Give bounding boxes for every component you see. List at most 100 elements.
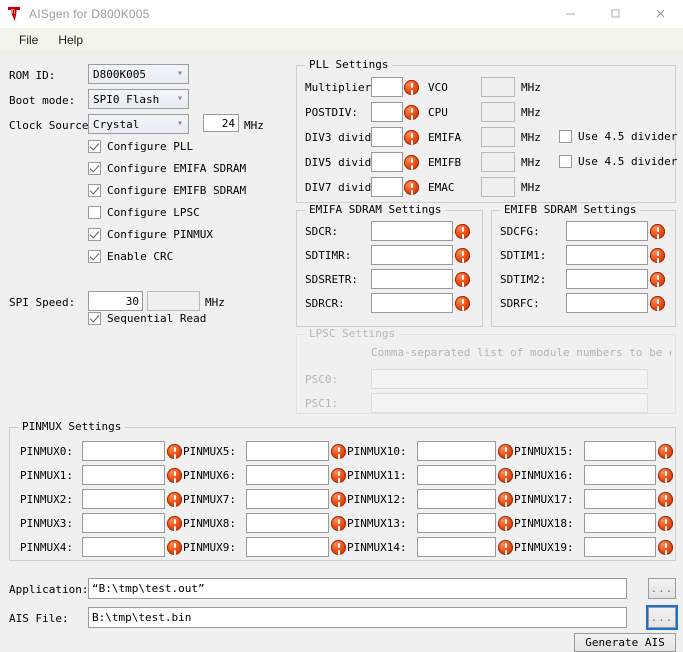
rom-id-combobox[interactable]: D800K005 ▾ <box>88 64 189 84</box>
error-icon <box>331 516 346 531</box>
error-icon <box>650 296 665 311</box>
checkbox-icon <box>88 206 101 219</box>
checkbox-icon <box>88 184 101 197</box>
lpsc-settings-group: LPSC Settings Comma-separated list of mo… <box>296 327 676 414</box>
pll-emifb-label: EMIFB <box>428 156 462 169</box>
checkbox-icon <box>88 250 101 263</box>
clock-frequency-input[interactable] <box>203 114 239 132</box>
pinmux16-input[interactable] <box>584 465 656 485</box>
checkbox-label: Configure EMIFA SDRAM <box>107 162 247 175</box>
pinmux13-input[interactable] <box>417 513 496 533</box>
error-icon <box>650 248 665 263</box>
emifa-sdrcr-input[interactable] <box>371 293 453 313</box>
lpsc-psc0-label: PSC0: <box>305 373 339 386</box>
pinmux-settings-title: PINMUX Settings <box>18 420 126 433</box>
pinmux7-input[interactable] <box>246 489 329 509</box>
pll-cpu-unit: MHz <box>521 106 541 119</box>
lpsc-psc0-input <box>371 369 648 389</box>
emifa-sdtimr-input[interactable] <box>371 245 453 265</box>
pll-div3-input[interactable] <box>371 127 403 147</box>
checkbox-emifa-use-45-divider[interactable]: Use 4.5 divider <box>559 130 677 143</box>
menu-item-file[interactable]: File <box>10 30 47 50</box>
checkbox-configure-emifb-sdram[interactable]: Configure EMIFB SDRAM <box>88 184 246 197</box>
pinmux15-input[interactable] <box>584 441 656 461</box>
checkbox-enable-crc[interactable]: Enable CRC <box>88 250 173 263</box>
ais-file-path-input[interactable] <box>88 607 627 628</box>
boot-mode-combobox[interactable]: SPI0 Flash ▾ <box>88 89 189 109</box>
pinmux5-input[interactable] <box>246 441 329 461</box>
emifb-sdrfc-input[interactable] <box>566 293 648 313</box>
checkbox-icon <box>559 130 572 143</box>
generate-ais-button[interactable]: Generate AIS <box>574 633 676 652</box>
clock-source-combobox[interactable]: Crystal ▾ <box>88 114 189 134</box>
error-icon <box>404 180 419 195</box>
close-button[interactable] <box>638 0 683 27</box>
error-icon <box>498 444 513 459</box>
ti-logo-icon: TI <box>5 5 23 23</box>
checkbox-sequential-read[interactable]: Sequential Read <box>88 312 206 325</box>
pinmux18-label: PINMUX18: <box>514 517 574 530</box>
pinmux14-label: PINMUX14: <box>347 541 407 554</box>
maximize-button[interactable] <box>593 0 638 27</box>
error-icon <box>455 296 470 311</box>
emifb-sdrfc-label: SDRFC: <box>500 297 540 310</box>
pinmux14-input[interactable] <box>417 537 496 557</box>
spi-speed-unit: MHz <box>205 296 225 309</box>
error-icon <box>167 492 182 507</box>
pinmux6-input[interactable] <box>246 465 329 485</box>
checkbox-configure-lpsc[interactable]: Configure LPSC <box>88 206 200 219</box>
ais-file-browse-button[interactable]: ... <box>646 605 678 630</box>
pinmux2-input[interactable] <box>82 489 165 509</box>
emifa-sdtimr-label: SDTIMR: <box>305 249 352 262</box>
application-browse-button[interactable]: ... <box>648 578 676 599</box>
checkbox-label: Configure EMIFB SDRAM <box>107 184 247 197</box>
error-icon <box>658 516 673 531</box>
emifb-sdtim2-input[interactable] <box>566 269 648 289</box>
error-icon <box>404 155 419 170</box>
emifb-sdcfg-input[interactable] <box>566 221 648 241</box>
application-path-input[interactable] <box>88 578 627 599</box>
pll-multiplier-input[interactable] <box>371 77 403 97</box>
lpsc-psc1-input <box>371 393 648 413</box>
minimize-button[interactable] <box>548 0 593 27</box>
rom-id-value: D800K005 <box>93 67 146 81</box>
pinmux3-input[interactable] <box>82 513 165 533</box>
pll-postdiv-input[interactable] <box>371 102 403 122</box>
checkbox-configure-pll[interactable]: Configure PLL <box>88 140 193 153</box>
pinmux17-input[interactable] <box>584 489 656 509</box>
checkbox-icon <box>88 312 101 325</box>
error-icon <box>658 444 673 459</box>
pinmux8-input[interactable] <box>246 513 329 533</box>
pinmux11-label: PINMUX11: <box>347 469 407 482</box>
pinmux10-input[interactable] <box>417 441 496 461</box>
pinmux1-input[interactable] <box>82 465 165 485</box>
spi-speed-input[interactable] <box>88 291 143 311</box>
error-icon <box>455 224 470 239</box>
emifa-sdsretr-input[interactable] <box>371 269 453 289</box>
pinmux12-input[interactable] <box>417 489 496 509</box>
checkbox-icon <box>88 162 101 175</box>
pll-div5-input[interactable] <box>371 152 403 172</box>
pinmux4-input[interactable] <box>82 537 165 557</box>
menu-item-help[interactable]: Help <box>49 30 92 50</box>
checkbox-configure-pinmux[interactable]: Configure PINMUX <box>88 228 213 241</box>
checkbox-configure-emifa-sdram[interactable]: Configure EMIFA SDRAM <box>88 162 246 175</box>
pinmux9-input[interactable] <box>246 537 329 557</box>
emifa-sdcr-input[interactable] <box>371 221 453 241</box>
chevron-down-icon: ▾ <box>176 118 183 129</box>
pinmux4-label: PINMUX4: <box>20 541 73 554</box>
pll-vco-label: VCO <box>428 81 448 94</box>
pinmux18-input[interactable] <box>584 513 656 533</box>
pll-emac-unit: MHz <box>521 181 541 194</box>
pll-div7-input[interactable] <box>371 177 403 197</box>
pinmux19-input[interactable] <box>584 537 656 557</box>
chevron-down-icon: ▾ <box>176 68 183 79</box>
emifa-sdrcr-label: SDRCR: <box>305 297 345 310</box>
checkbox-emifb-use-45-divider[interactable]: Use 4.5 divider <box>559 155 677 168</box>
window-title: AISgen for D800K005 <box>29 6 150 21</box>
emifb-sdtim1-input[interactable] <box>566 245 648 265</box>
pinmux0-input[interactable] <box>82 441 165 461</box>
pinmux11-input[interactable] <box>417 465 496 485</box>
pll-emifb-output <box>481 152 515 172</box>
ais-file-label: AIS File: <box>9 612 69 625</box>
